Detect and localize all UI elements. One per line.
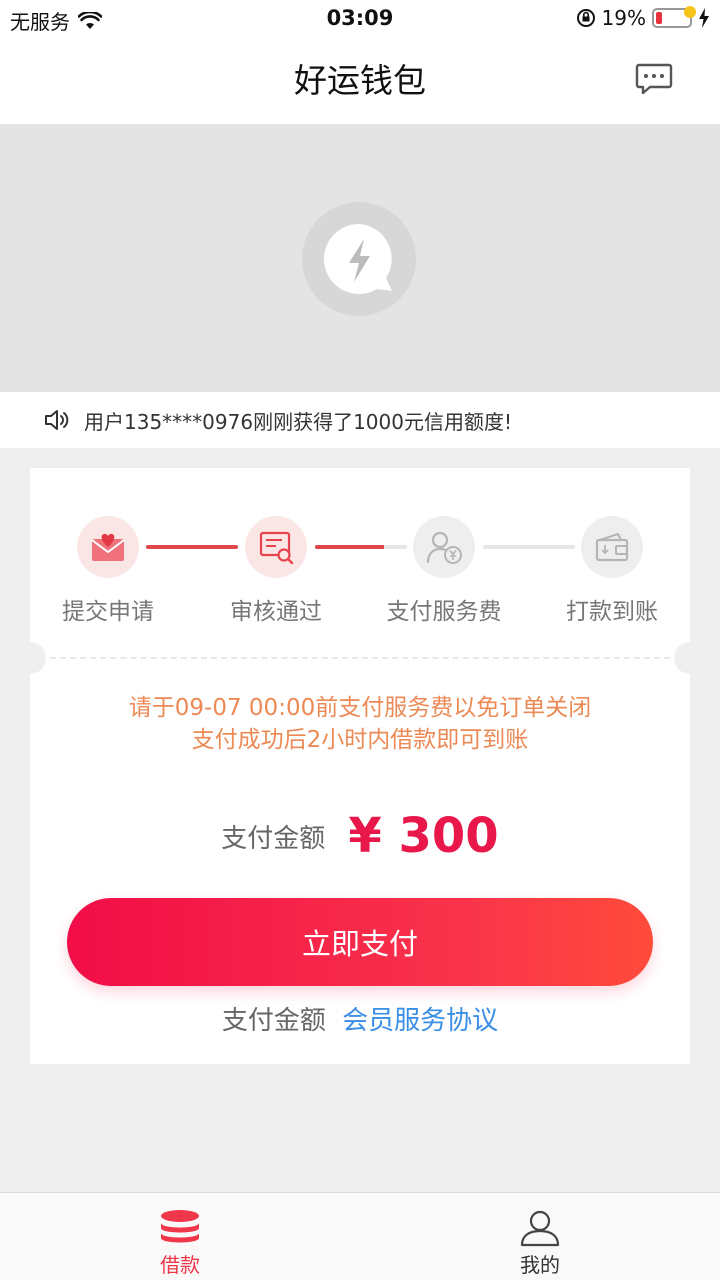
step-submit: 提交申请	[38, 516, 178, 626]
speaker-icon	[45, 410, 69, 430]
amount-value: ¥ 300	[348, 808, 499, 864]
user-yuan-icon	[426, 531, 462, 564]
battery-percent: 19%	[601, 6, 646, 30]
user-icon	[520, 1210, 560, 1247]
tab-loan[interactable]: 借款	[0, 1193, 360, 1280]
tab-label: 我的	[520, 1253, 560, 1277]
banner-placeholder-logo	[302, 202, 416, 316]
card-notch-right	[674, 642, 706, 674]
dashed-divider	[50, 657, 670, 659]
step-label: 审核通过	[230, 599, 322, 625]
amount-row: 支付金额 ¥ 300	[30, 808, 690, 864]
step-pay-fee: 支付服务费	[374, 516, 514, 626]
arrival-note: 支付成功后2小时内借款即可到账	[191, 727, 529, 753]
battery-indicator-dot	[684, 6, 696, 18]
battery-level	[656, 12, 662, 24]
agreement-label: 支付金额	[221, 1006, 326, 1036]
lightning-chat-icon	[323, 223, 392, 294]
step-circle	[245, 516, 307, 578]
tab-bar: 借款 我的	[0, 1192, 720, 1280]
deadline-warning: 请于09-07 00:00前支付服务费以免订单关闭	[128, 695, 592, 721]
notice-bar: 用户135****0976刚刚获得了1000元信用额度!	[0, 392, 720, 448]
step-label: 提交申请	[62, 599, 154, 625]
step-label: 支付服务费	[386, 599, 502, 625]
progress-steps: 提交申请 审核通过 支付服务费 打款到账	[30, 516, 690, 626]
tab-mine[interactable]: 我的	[360, 1193, 720, 1280]
nav-bar: 好运钱包	[0, 36, 720, 124]
pay-now-button[interactable]: 立即支付	[67, 898, 653, 986]
membership-agreement-link[interactable]: 会员服务协议	[342, 1006, 498, 1036]
status-bar: 无服务 03:09 19%	[0, 0, 720, 36]
tab-label: 借款	[160, 1253, 200, 1277]
step-disburse: 打款到账	[542, 516, 682, 626]
wallet-icon	[595, 533, 629, 562]
message-button[interactable]	[634, 58, 674, 98]
step-review: 审核通过	[206, 516, 346, 626]
status-right: 19%	[576, 6, 710, 30]
coins-stack-icon	[161, 1210, 199, 1243]
step-circle	[581, 516, 643, 578]
banner[interactable]	[0, 124, 720, 392]
step-circle	[77, 516, 139, 578]
charging-bolt-icon	[699, 8, 709, 28]
payment-card: 提交申请 审核通过 支付服务费 打款到账 请于09-07 00:00前支付服务费…	[14, 468, 706, 1064]
battery-icon	[652, 6, 696, 28]
step-label: 打款到账	[566, 599, 658, 625]
agreement-row: 支付金额 会员服务协议	[30, 1000, 690, 1037]
rotation-lock-icon	[576, 9, 595, 27]
document-search-icon	[259, 531, 294, 564]
chat-bubble-icon	[635, 63, 673, 95]
notice-text: 用户135****0976刚刚获得了1000元信用额度!	[84, 409, 512, 434]
page-title: 好运钱包	[294, 61, 426, 100]
amount-label: 支付金额	[221, 823, 326, 854]
envelope-heart-icon	[91, 533, 125, 561]
step-circle	[413, 516, 475, 578]
card-notch-left	[14, 642, 46, 674]
